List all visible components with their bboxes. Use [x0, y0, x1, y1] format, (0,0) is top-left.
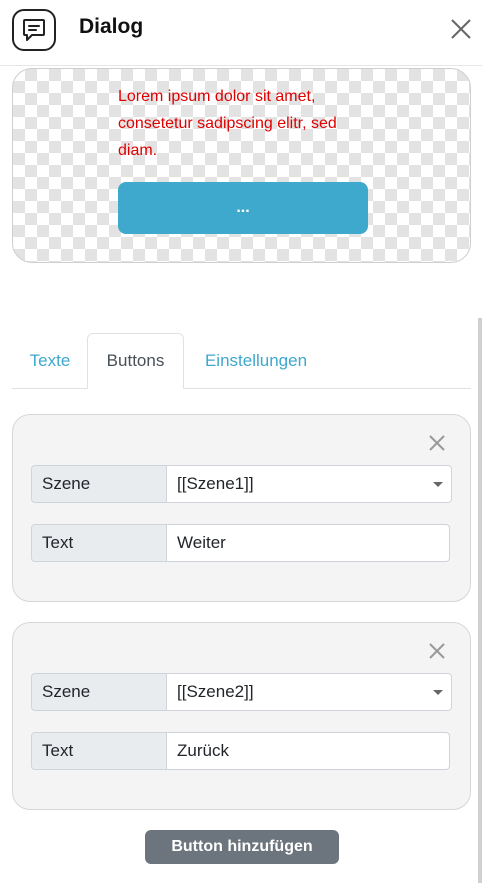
- dialog-preview: Lorem ipsum dolor sit amet, consetetur s…: [12, 68, 471, 263]
- chevron-down-icon: [433, 482, 443, 487]
- scene-row: Szene [[Szene1]]: [31, 465, 452, 503]
- dialog-title: Dialog: [79, 15, 144, 38]
- scene-label: Szene: [31, 465, 167, 503]
- text-row: Text Zurück: [31, 732, 450, 770]
- button-card: Szene [[Szene2]] Text Zurück: [12, 622, 471, 810]
- chevron-down-icon: [433, 690, 443, 695]
- scene-select-value: [[Szene2]]: [177, 682, 254, 701]
- preview-button[interactable]: ...: [118, 182, 368, 234]
- scene-row: Szene [[Szene2]]: [31, 673, 452, 711]
- scene-label: Szene: [31, 673, 167, 711]
- preview-text: Lorem ipsum dolor sit amet, consetetur s…: [118, 88, 337, 159]
- text-input[interactable]: Zurück: [167, 732, 450, 770]
- button-card: Szene [[Szene1]] Text Weiter: [12, 414, 471, 602]
- chat-bubble-icon: [12, 9, 56, 51]
- tab-einstellungen[interactable]: Einstellungen: [184, 333, 328, 389]
- scene-select-value: [[Szene1]]: [177, 474, 254, 493]
- remove-button-close-icon[interactable]: [427, 641, 447, 661]
- tab-texte[interactable]: Texte: [12, 333, 88, 389]
- scene-select[interactable]: [[Szene2]]: [167, 673, 452, 711]
- scrollbar[interactable]: [478, 318, 482, 883]
- close-icon[interactable]: [448, 16, 474, 42]
- remove-button-close-icon[interactable]: [427, 433, 447, 453]
- text-label: Text: [31, 732, 167, 770]
- text-row: Text Weiter: [31, 524, 450, 562]
- scene-select[interactable]: [[Szene1]]: [167, 465, 452, 503]
- tab-bar: Texte Buttons Einstellungen: [12, 333, 471, 389]
- dialog-header: Dialog: [0, 0, 482, 66]
- tab-buttons[interactable]: Buttons: [87, 333, 184, 389]
- text-label: Text: [31, 524, 167, 562]
- add-button-button[interactable]: Button hinzufügen: [145, 830, 339, 864]
- text-input[interactable]: Weiter: [167, 524, 450, 562]
